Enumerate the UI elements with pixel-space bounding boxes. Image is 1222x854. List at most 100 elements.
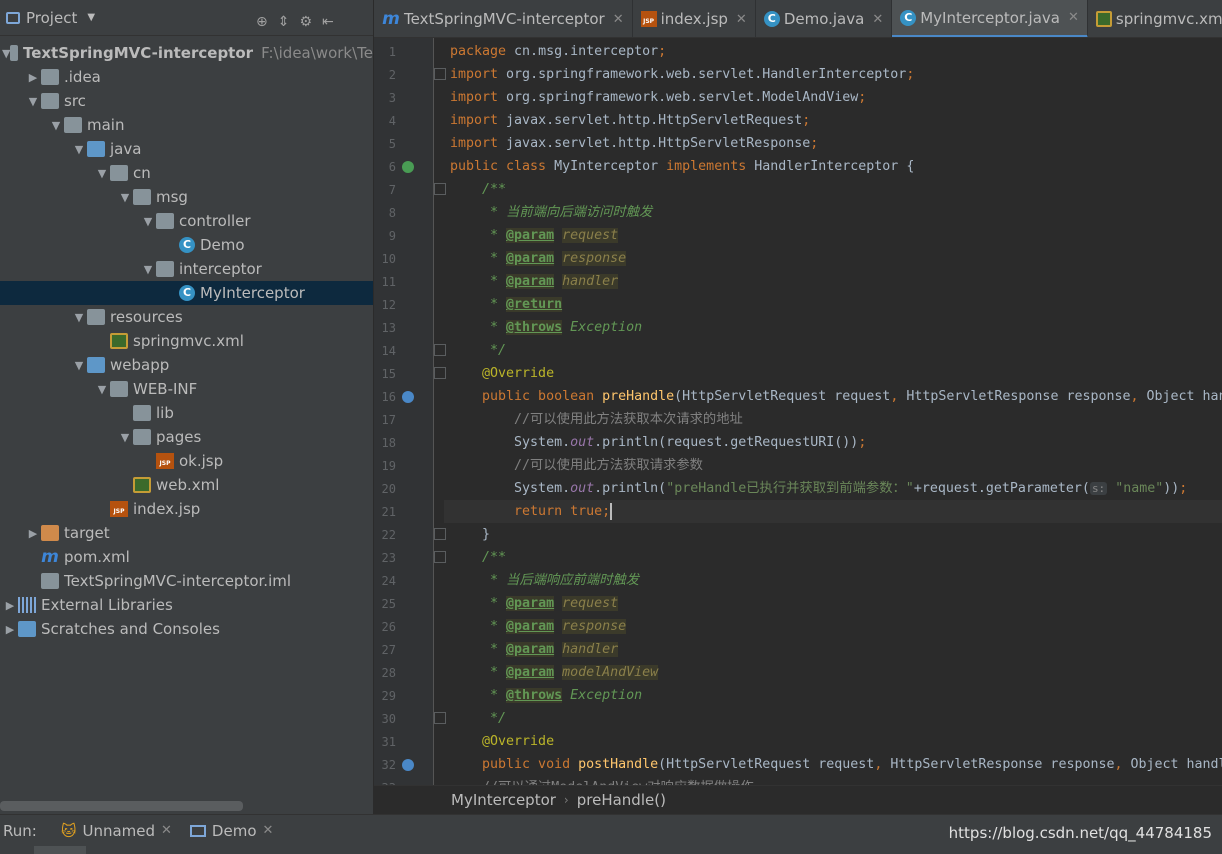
code-line[interactable]: * @throws Exception (450, 684, 642, 707)
editor-tab[interactable]: m TextSpringMVC-interceptor ✕ (374, 0, 633, 37)
collapsed-arrow-icon[interactable]: ▶ (2, 623, 18, 636)
run-tab-unnamed[interactable]: 🐱 Unnamed ✕ (61, 822, 172, 840)
close-icon[interactable]: ✕ (263, 823, 274, 838)
collapsed-arrow-icon[interactable]: ▶ (25, 71, 41, 84)
close-tab-icon[interactable]: ✕ (872, 12, 883, 27)
code-line[interactable]: //可以通过ModelAndView对响应数据做操作 (450, 776, 754, 785)
tree-item[interactable]: ▶ target (0, 521, 373, 545)
breadcrumb-class[interactable]: MyInterceptor (451, 791, 556, 809)
tree-item[interactable]: ▼ WEB-INF (0, 377, 373, 401)
horizontal-scrollbar[interactable] (0, 801, 243, 811)
expanded-arrow-icon[interactable]: ▼ (71, 143, 87, 156)
view-dropdown-icon[interactable]: ▼ (87, 12, 95, 23)
tree-item[interactable]: ▼ java (0, 137, 373, 161)
expanded-arrow-icon[interactable]: ▼ (94, 383, 110, 396)
tree-item[interactable]: C MyInterceptor (0, 281, 373, 305)
code-line[interactable]: //可以使用此方法获取本次请求的地址 (450, 408, 743, 431)
code-line[interactable]: */ (450, 707, 506, 730)
code-line[interactable]: * @param handler (450, 638, 619, 661)
tree-item[interactable]: JSP ok.jsp (0, 449, 373, 473)
code-area[interactable]: package cn.msg.interceptor; import org.sp… (444, 38, 1222, 785)
project-panel-title[interactable]: Project (26, 9, 77, 27)
tree-item[interactable]: JSP index.jsp (0, 497, 373, 521)
tree-item[interactable]: ▼ interceptor (0, 257, 373, 281)
expanded-arrow-icon[interactable]: ▼ (94, 167, 110, 180)
breadcrumb-method[interactable]: preHandle() (577, 791, 666, 809)
fold-marker-icon[interactable] (434, 712, 446, 724)
fold-marker-icon[interactable] (434, 528, 446, 540)
tree-item[interactable]: springmvc.xml (0, 329, 373, 353)
expanded-arrow-icon[interactable]: ▼ (2, 47, 10, 60)
expanded-arrow-icon[interactable]: ▼ (140, 215, 156, 228)
code-line[interactable]: import org.springframework.web.servlet.M… (450, 86, 866, 109)
tree-item[interactable]: ▼ TextSpringMVC-interceptor F:\idea\work\T… (0, 41, 373, 65)
close-tab-icon[interactable]: ✕ (1068, 10, 1079, 25)
override-marker-icon[interactable] (402, 759, 414, 771)
tree-item[interactable]: C Demo (0, 233, 373, 257)
tree-item[interactable]: TextSpringMVC-interceptor.iml (0, 569, 373, 593)
close-tab-icon[interactable]: ✕ (613, 12, 624, 27)
editor-tab[interactable]: springmvc.xm (1088, 0, 1222, 37)
tree-item[interactable]: ▼ cn (0, 161, 373, 185)
code-line[interactable]: import javax.servlet.http.HttpServletRes… (450, 132, 818, 155)
collapsed-arrow-icon[interactable]: ▶ (2, 599, 18, 612)
bottom-strip-tab[interactable] (34, 846, 86, 854)
expanded-arrow-icon[interactable]: ▼ (140, 263, 156, 276)
code-line[interactable]: public class MyInterceptor implements Ha… (450, 155, 914, 178)
editor-tab[interactable]: C MyInterceptor.java ✕ (892, 0, 1088, 37)
hide-panel-icon[interactable]: ⇤ (322, 14, 334, 30)
fold-marker-icon[interactable] (434, 344, 446, 356)
code-line[interactable]: //可以使用此方法获取请求参数 (450, 454, 703, 477)
expanded-arrow-icon[interactable]: ▼ (71, 359, 87, 372)
code-line[interactable]: * 当后端响应前端时触发 (450, 569, 639, 592)
collapse-all-icon[interactable]: ⇕ (278, 14, 290, 30)
tree-item[interactable]: ▼ resources (0, 305, 373, 329)
code-line[interactable]: * @param request (450, 592, 619, 615)
code-line[interactable]: import javax.servlet.http.HttpServletReq… (450, 109, 810, 132)
code-line[interactable]: @Override (450, 362, 554, 385)
editor-tab[interactable]: C Demo.java ✕ (756, 0, 893, 37)
tree-item[interactable]: web.xml (0, 473, 373, 497)
fold-marker-icon[interactable] (434, 183, 446, 195)
tree-item[interactable]: ▶ Scratches and Consoles (0, 617, 373, 641)
tree-item[interactable]: ▶ .idea (0, 65, 373, 89)
code-line[interactable]: } (450, 523, 490, 546)
code-line[interactable]: @Override (450, 730, 554, 753)
run-tab-demo[interactable]: Demo ✕ (189, 822, 274, 840)
code-line[interactable]: /** (450, 546, 506, 569)
tree-item[interactable]: ▼ msg (0, 185, 373, 209)
expanded-arrow-icon[interactable]: ▼ (117, 431, 133, 444)
implements-marker-icon[interactable] (402, 161, 414, 173)
editor-tab[interactable]: JSP index.jsp ✕ (633, 0, 756, 37)
code-line[interactable]: return true; (444, 500, 1222, 523)
code-line[interactable]: * @param modelAndView (450, 661, 659, 684)
tree-item[interactable]: ▶ External Libraries (0, 593, 373, 617)
settings-gear-icon[interactable]: ⚙ (299, 14, 312, 30)
close-tab-icon[interactable]: ✕ (736, 12, 747, 27)
code-line[interactable]: public void postHandle(HttpServletReques… (450, 753, 1222, 776)
code-line[interactable]: package cn.msg.interceptor; (450, 40, 666, 63)
code-line[interactable]: * @param response (450, 615, 627, 638)
code-line[interactable]: System.out.println("preHandle已执行并获取到前端参数… (450, 477, 1187, 500)
locate-icon[interactable]: ⊕ (256, 14, 268, 30)
expanded-arrow-icon[interactable]: ▼ (48, 119, 64, 132)
expanded-arrow-icon[interactable]: ▼ (25, 95, 41, 108)
code-line[interactable]: */ (450, 339, 506, 362)
override-marker-icon[interactable] (402, 391, 414, 403)
code-line[interactable]: * @return (450, 293, 563, 316)
collapsed-arrow-icon[interactable]: ▶ (25, 527, 41, 540)
tree-item[interactable]: ▼ main (0, 113, 373, 137)
code-editor[interactable]: 1 2 3 4 5 6 7 8 9 10 11 12 13 14 15 16 17 18 19 20 21 22 23 24 2… (374, 38, 1222, 785)
fold-marker-icon[interactable] (434, 551, 446, 563)
code-line[interactable]: * @param request (450, 224, 619, 247)
tree-item[interactable]: m pom.xml (0, 545, 373, 569)
code-line[interactable]: public boolean preHandle(HttpServletRequ… (450, 385, 1222, 408)
code-line[interactable]: * @param response (450, 247, 627, 270)
code-line[interactable]: * @throws Exception (450, 316, 642, 339)
code-line[interactable]: * @param handler (450, 270, 619, 293)
tree-item[interactable]: ▼ src (0, 89, 373, 113)
fold-marker-icon[interactable] (434, 68, 446, 80)
tree-item[interactable]: ▼ controller (0, 209, 373, 233)
tree-item[interactable]: lib (0, 401, 373, 425)
tree-item[interactable]: ▼ pages (0, 425, 373, 449)
